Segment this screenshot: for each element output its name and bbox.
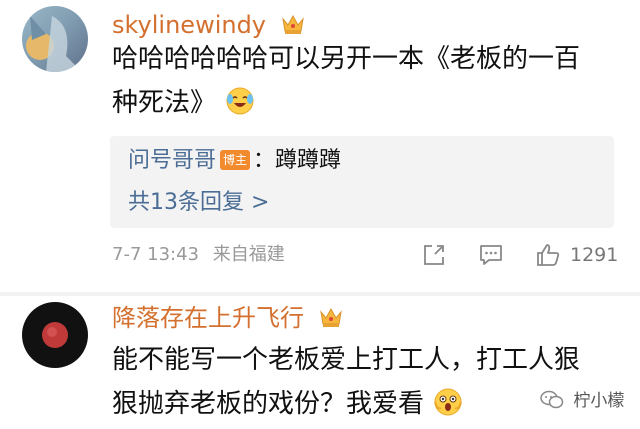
comment-icon[interactable] [478, 242, 504, 268]
wechat-icon [540, 390, 564, 410]
reply-line: 问号哥哥 博主 ：蹲蹲蹲 [128, 148, 342, 173]
divider [0, 292, 640, 296]
author-badge: 博主 [220, 150, 251, 170]
thumbs-up-icon[interactable] [535, 242, 561, 268]
laughing-emoji-icon [224, 85, 256, 117]
more-replies-link[interactable]: 共13条回复 > [128, 188, 269, 218]
avatar[interactable] [22, 302, 88, 368]
location: 来自福建 [212, 244, 285, 265]
crown-icon [280, 11, 306, 37]
avatar[interactable] [22, 6, 88, 72]
reply-text: 蹲蹲蹲 [275, 148, 342, 173]
comment-item-1: skylinewindy 哈哈哈哈哈哈可以另开一本《老板的一百 种死法》 问号哥… [0, 0, 640, 296]
reply-username[interactable]: 问号哥哥 [128, 148, 216, 173]
comment-username[interactable]: skylinewindy [112, 10, 306, 40]
comment-username[interactable]: 降落存在上升飞行 [112, 303, 344, 333]
timestamp: 7-7 13:43 [112, 244, 199, 265]
comment-text: 能不能写一个老板爱上打工人，打工人狠 狠抛弃老板的戏份？我爱看 [112, 345, 581, 419]
watermark: 柠小檬 [540, 386, 625, 411]
shocked-emoji-icon [432, 386, 464, 418]
comment-meta: 7-7 13:43 来自福建 [112, 241, 285, 269]
reply-preview[interactable]: 问号哥哥 博主 ：蹲蹲蹲 共13条回复 > [110, 136, 614, 228]
comment-text: 哈哈哈哈哈哈可以另开一本《老板的一百 种死法》 [112, 44, 581, 118]
crown-icon [318, 304, 344, 330]
like-count: 1291 [570, 244, 619, 266]
share-icon[interactable] [421, 242, 447, 268]
